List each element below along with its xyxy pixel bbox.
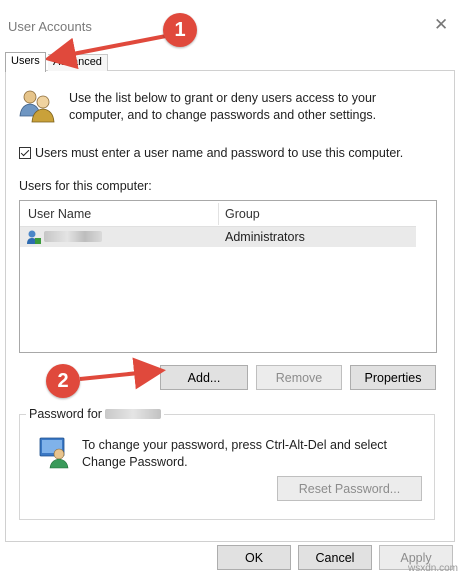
annotation-arrows (44, 34, 167, 390)
annotation-arrow-2 (79, 357, 166, 390)
annotation-badge-2: 2 (46, 364, 80, 398)
watermark: wsxdn.com (408, 563, 458, 574)
tab-users[interactable]: Users (5, 52, 46, 72)
annotation-badge-1: 1 (163, 13, 197, 47)
annotation-arrow-1 (44, 34, 167, 70)
